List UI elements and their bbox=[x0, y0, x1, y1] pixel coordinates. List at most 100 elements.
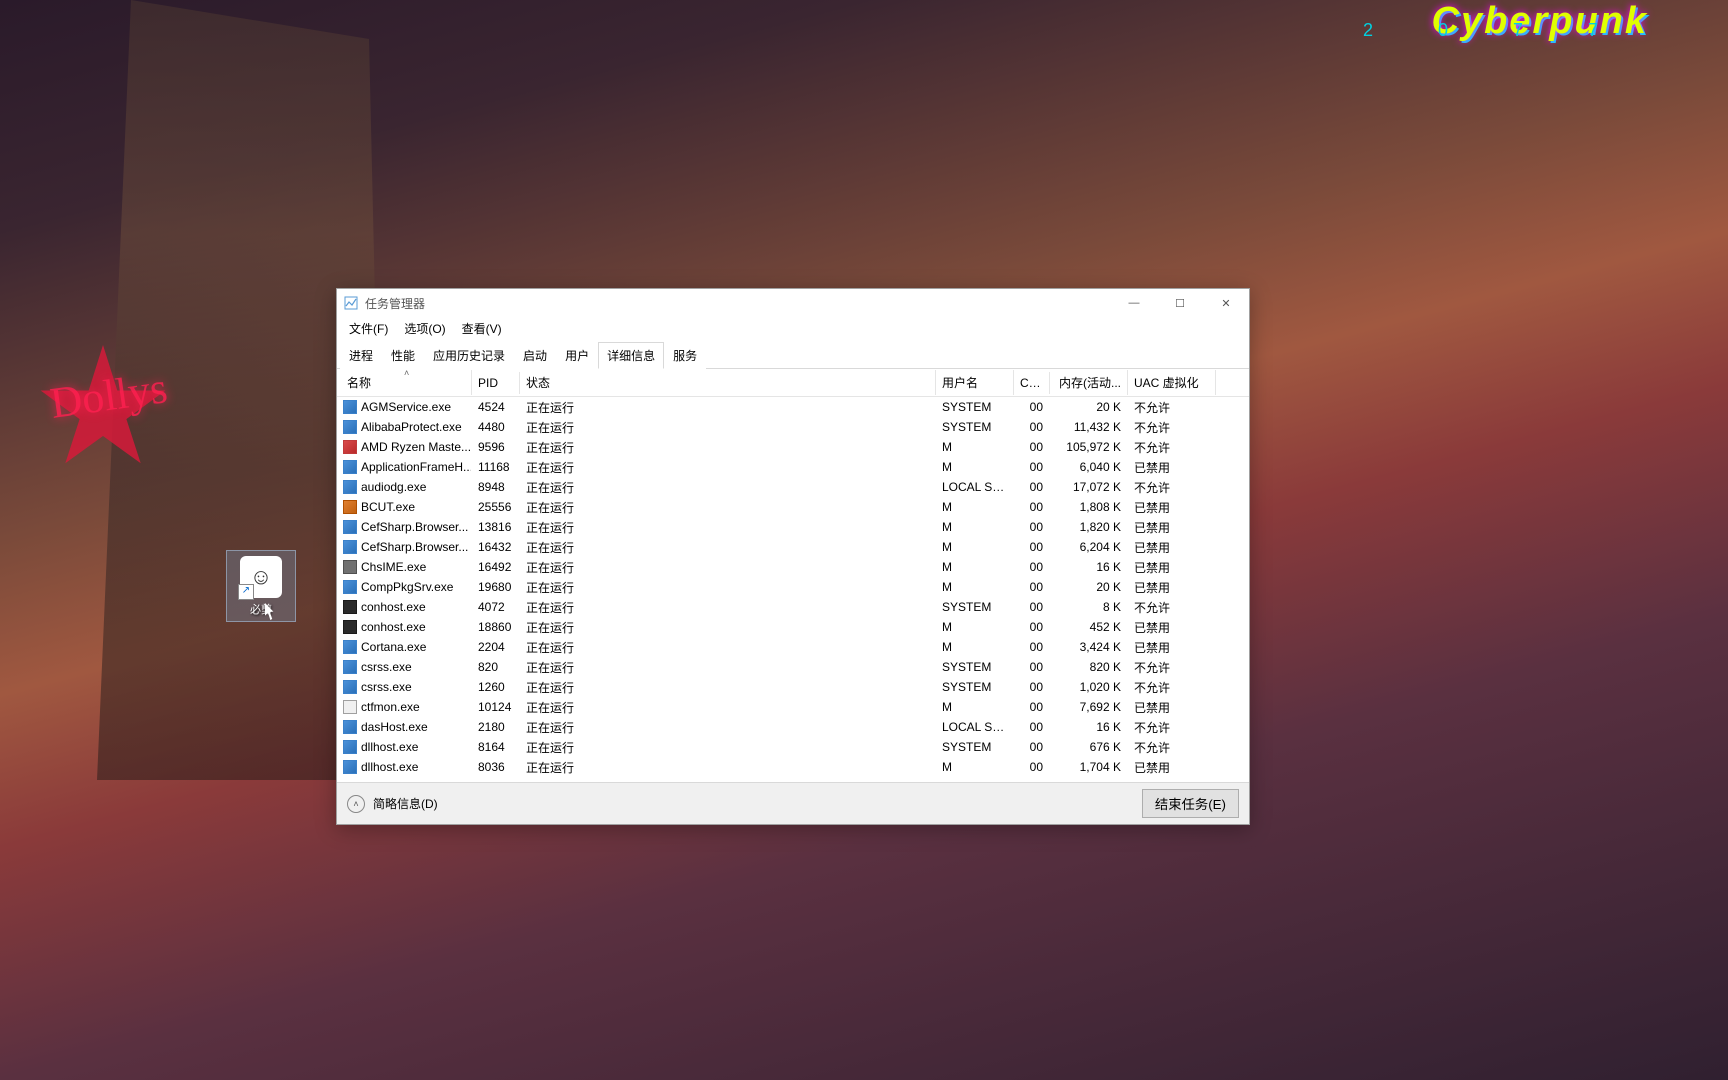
end-task-button[interactable]: 结束任务(E) bbox=[1142, 789, 1239, 818]
grid-body[interactable]: AGMService.exe4524正在运行SYSTEM0020 K不允许 Ali… bbox=[337, 397, 1249, 782]
table-row[interactable]: conhost.exe18860正在运行M00452 K已禁用 bbox=[337, 617, 1249, 637]
table-row[interactable]: dllhost.exe8164正在运行SYSTEM00676 K不允许 bbox=[337, 737, 1249, 757]
process-name: Cortana.exe bbox=[361, 640, 426, 654]
process-icon bbox=[343, 600, 357, 614]
process-user: M bbox=[936, 618, 1014, 636]
process-name: conhost.exe bbox=[361, 620, 426, 634]
process-memory: 3,424 K bbox=[1050, 638, 1128, 656]
process-cpu: 00 bbox=[1014, 458, 1050, 476]
process-name: AlibabaProtect.exe bbox=[361, 420, 462, 434]
column-name-label: 名称 bbox=[347, 376, 371, 390]
process-cpu: 00 bbox=[1014, 438, 1050, 456]
table-row[interactable]: ctfmon.exe10124正在运行M007,692 K已禁用 bbox=[337, 697, 1249, 717]
process-user: M bbox=[936, 758, 1014, 776]
tab-details[interactable]: 详细信息 bbox=[598, 342, 664, 369]
table-row[interactable]: conhost.exe4072正在运行SYSTEM008 K不允许 bbox=[337, 597, 1249, 617]
table-row[interactable]: CompPkgSrv.exe19680正在运行M0020 K已禁用 bbox=[337, 577, 1249, 597]
grid-header: 名称 ˄ PID 状态 用户名 CPU 内存(活动... UAC 虚拟化 bbox=[337, 369, 1249, 397]
process-icon bbox=[343, 480, 357, 494]
process-uac: 已禁用 bbox=[1128, 557, 1216, 578]
process-memory: 11,432 K bbox=[1050, 418, 1128, 436]
process-cpu: 00 bbox=[1014, 758, 1050, 776]
process-cpu: 00 bbox=[1014, 618, 1050, 636]
process-icon bbox=[343, 500, 357, 514]
maximize-button[interactable]: ☐ bbox=[1157, 289, 1203, 317]
process-uac: 不允许 bbox=[1128, 677, 1216, 698]
column-uac[interactable]: UAC 虚拟化 bbox=[1128, 370, 1216, 395]
process-status: 正在运行 bbox=[520, 617, 936, 638]
process-pid: 16432 bbox=[472, 538, 520, 556]
process-status: 正在运行 bbox=[520, 497, 936, 518]
process-user: M bbox=[936, 578, 1014, 596]
menu-view[interactable]: 查看(V) bbox=[456, 318, 508, 339]
process-icon bbox=[343, 520, 357, 534]
table-row[interactable]: BCUT.exe25556正在运行M001,808 K已禁用 bbox=[337, 497, 1249, 517]
process-user: LOCAL SE... bbox=[936, 718, 1014, 736]
table-row[interactable]: ApplicationFrameH...11168正在运行M006,040 K已… bbox=[337, 457, 1249, 477]
column-user[interactable]: 用户名 bbox=[936, 370, 1014, 395]
menu-file[interactable]: 文件(F) bbox=[343, 318, 394, 339]
process-name: AMD Ryzen Maste... bbox=[361, 440, 471, 454]
sort-ascending-icon: ˄ bbox=[404, 370, 409, 378]
table-row[interactable]: csrss.exe820正在运行SYSTEM00820 K不允许 bbox=[337, 657, 1249, 677]
column-status[interactable]: 状态 bbox=[520, 370, 936, 395]
close-button[interactable]: ✕ bbox=[1203, 289, 1249, 317]
table-row[interactable]: AlibabaProtect.exe4480正在运行SYSTEM0011,432… bbox=[337, 417, 1249, 437]
tab-users[interactable]: 用户 bbox=[556, 342, 598, 369]
process-name: CefSharp.Browser... bbox=[361, 520, 468, 534]
tab-processes[interactable]: 进程 bbox=[340, 342, 382, 369]
table-row[interactable]: CefSharp.Browser...16432正在运行M006,204 K已禁… bbox=[337, 537, 1249, 557]
process-memory: 16 K bbox=[1050, 718, 1128, 736]
process-memory: 6,204 K bbox=[1050, 538, 1128, 556]
table-row[interactable]: ChsIME.exe16492正在运行M0016 K已禁用 bbox=[337, 557, 1249, 577]
process-status: 正在运行 bbox=[520, 457, 936, 478]
process-uac: 已禁用 bbox=[1128, 637, 1216, 658]
process-name: BCUT.exe bbox=[361, 500, 415, 514]
process-status: 正在运行 bbox=[520, 557, 936, 578]
process-user: SYSTEM bbox=[936, 678, 1014, 696]
process-pid: 4480 bbox=[472, 418, 520, 436]
process-pid: 2204 bbox=[472, 638, 520, 656]
titlebar[interactable]: 任务管理器 — ☐ ✕ bbox=[337, 289, 1249, 317]
process-user: SYSTEM bbox=[936, 398, 1014, 416]
process-memory: 105,972 K bbox=[1050, 438, 1128, 456]
table-row[interactable]: audiodg.exe8948正在运行LOCAL SE...0017,072 K… bbox=[337, 477, 1249, 497]
minimize-button[interactable]: — bbox=[1111, 289, 1157, 317]
menu-options[interactable]: 选项(O) bbox=[398, 318, 451, 339]
table-row[interactable]: AMD Ryzen Maste...9596正在运行M00105,972 K不允… bbox=[337, 437, 1249, 457]
desktop-icon-bijian[interactable]: ☺ 必剪 bbox=[226, 550, 296, 622]
process-user: LOCAL SE... bbox=[936, 478, 1014, 496]
process-memory: 16 K bbox=[1050, 558, 1128, 576]
column-memory[interactable]: 内存(活动... bbox=[1050, 370, 1128, 395]
table-row[interactable]: Cortana.exe2204正在运行M003,424 K已禁用 bbox=[337, 637, 1249, 657]
table-row[interactable]: CefSharp.Browser...13816正在运行M001,820 K已禁… bbox=[337, 517, 1249, 537]
process-name: csrss.exe bbox=[361, 680, 412, 694]
table-row[interactable]: AGMService.exe4524正在运行SYSTEM0020 K不允许 bbox=[337, 397, 1249, 417]
process-status: 正在运行 bbox=[520, 737, 936, 758]
tab-app-history[interactable]: 应用历史记录 bbox=[424, 342, 514, 369]
window-controls: — ☐ ✕ bbox=[1111, 289, 1249, 317]
tab-startup[interactable]: 启动 bbox=[514, 342, 556, 369]
process-user: M bbox=[936, 518, 1014, 536]
column-cpu[interactable]: CPU bbox=[1014, 372, 1050, 394]
chevron-up-icon: ˄ bbox=[347, 795, 365, 813]
fewer-details-label: 简略信息(D) bbox=[373, 795, 438, 812]
process-uac: 已禁用 bbox=[1128, 697, 1216, 718]
column-pid[interactable]: PID bbox=[472, 372, 520, 394]
table-row[interactable]: csrss.exe1260正在运行SYSTEM001,020 K不允许 bbox=[337, 677, 1249, 697]
table-row[interactable]: dllhost.exe8036正在运行M001,704 K已禁用 bbox=[337, 757, 1249, 777]
process-status: 正在运行 bbox=[520, 637, 936, 658]
process-grid: 名称 ˄ PID 状态 用户名 CPU 内存(活动... UAC 虚拟化 AGM… bbox=[337, 369, 1249, 782]
tab-performance[interactable]: 性能 bbox=[382, 342, 424, 369]
column-name[interactable]: 名称 ˄ bbox=[337, 370, 472, 395]
fewer-details-toggle[interactable]: ˄ 简略信息(D) bbox=[347, 795, 438, 813]
table-row[interactable]: dasHost.exe2180正在运行LOCAL SE...0016 K不允许 bbox=[337, 717, 1249, 737]
process-status: 正在运行 bbox=[520, 517, 936, 538]
process-cpu: 00 bbox=[1014, 598, 1050, 616]
process-memory: 7,692 K bbox=[1050, 698, 1128, 716]
task-manager-window: 任务管理器 — ☐ ✕ 文件(F) 选项(O) 查看(V) 进程 性能 应用历史… bbox=[336, 288, 1250, 825]
process-uac: 已禁用 bbox=[1128, 497, 1216, 518]
process-status: 正在运行 bbox=[520, 597, 936, 618]
tab-services[interactable]: 服务 bbox=[664, 342, 706, 369]
process-icon bbox=[343, 720, 357, 734]
